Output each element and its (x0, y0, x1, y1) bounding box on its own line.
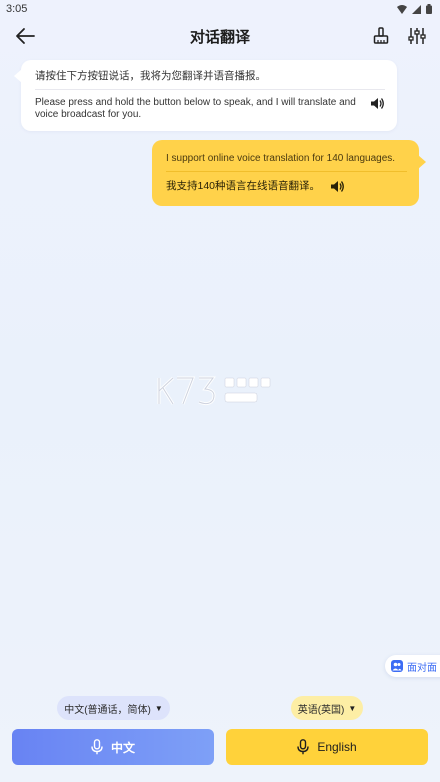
message-translated-row: 我支持140种语言在线语音翻译。 (166, 179, 407, 193)
clear-broom-icon[interactable] (371, 26, 391, 46)
face-to-face-button[interactable]: 面对面 (385, 655, 440, 677)
watermark-logo (157, 376, 271, 406)
face-to-face-label: 面对面 (407, 662, 437, 674)
speaker-icon[interactable] (330, 180, 344, 193)
speak-target-label: English (317, 740, 357, 754)
message-bubble-right: I support online voice translation for 1… (152, 140, 426, 206)
message-translated-text: Please press and hold the button below t… (35, 97, 356, 120)
speak-source-label: 中文 (110, 740, 135, 755)
people-icon (391, 660, 403, 672)
battery-icon (426, 4, 432, 14)
status-icons (397, 4, 432, 14)
caret-down-icon: ▼ (348, 703, 357, 713)
message-bubble-left: 请按住下方按钮说话，我将为您翻译并语音播报。 Please press and … (14, 60, 397, 131)
speaker-icon[interactable] (370, 97, 384, 110)
microphone-icon (91, 739, 103, 755)
message-source-text: 请按住下方按钮说话，我将为您翻译并语音播报。 (35, 70, 266, 82)
status-bar: 3:05 (0, 0, 440, 18)
signal-icon (412, 4, 421, 14)
caret-down-icon: ▼ (154, 703, 163, 713)
speak-target-button[interactable]: English (226, 729, 428, 765)
message-divider (166, 171, 407, 172)
message-divider (35, 89, 385, 90)
settings-sliders-icon[interactable] (407, 26, 427, 46)
target-language-selector[interactable]: 英语(英国) ▼ (291, 696, 363, 720)
back-arrow-icon[interactable] (14, 26, 36, 46)
message-source-text: I support online voice translation for 1… (166, 153, 396, 164)
microphone-icon (297, 739, 310, 755)
app-bar: 对话翻译 (0, 18, 440, 54)
speak-source-button[interactable]: 中文 (12, 729, 214, 765)
target-language-label: 英语(英国) (297, 704, 345, 716)
wifi-icon (397, 4, 407, 14)
source-language-selector[interactable]: 中文(普通话，简体) ▼ (57, 696, 170, 720)
source-language-label: 中文(普通话，简体) (64, 704, 151, 716)
message-translated-text: 我支持140种语言在线语音翻译。 (166, 180, 321, 192)
status-time: 3:05 (6, 3, 28, 15)
